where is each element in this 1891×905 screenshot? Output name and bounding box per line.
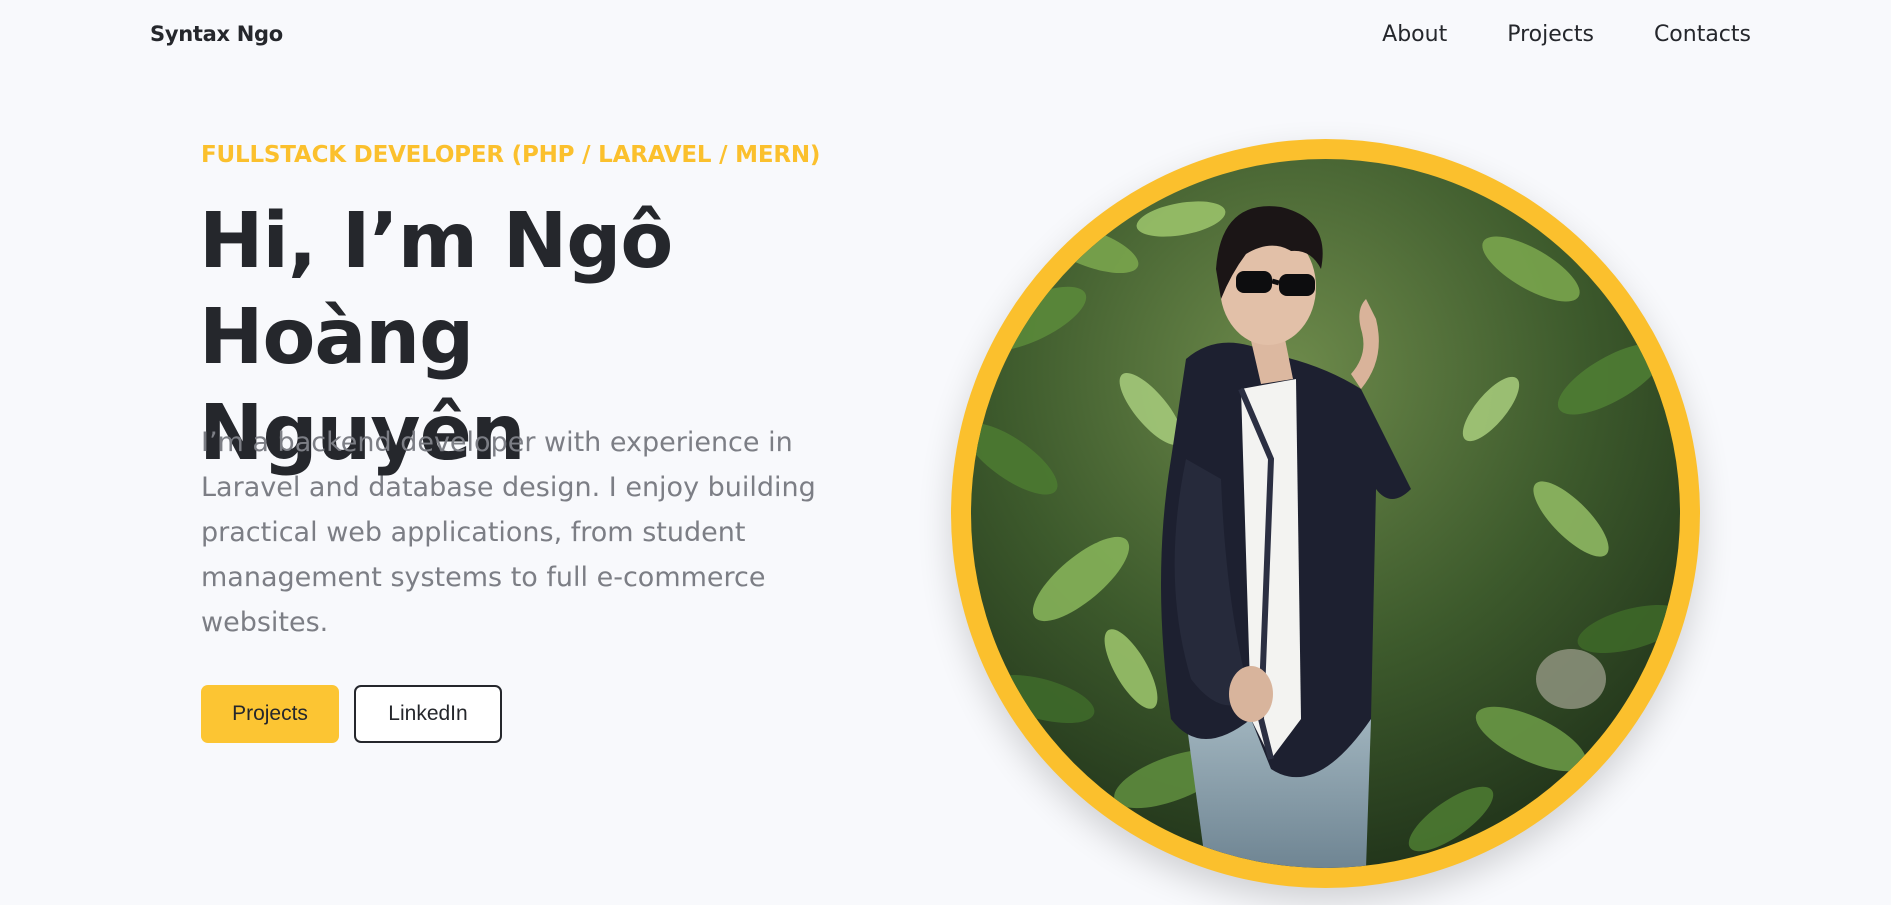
- nav-link-contacts[interactable]: Contacts: [1654, 22, 1751, 47]
- projects-button[interactable]: Projects: [201, 685, 339, 743]
- linkedin-button[interactable]: LinkedIn: [354, 685, 502, 743]
- headline-line-1: Hi, I’m Ngô: [199, 197, 673, 286]
- main-nav: About Projects Contacts: [1382, 22, 1751, 47]
- hero-bio: I’m a backend developer with experience …: [201, 427, 816, 638]
- profile-photo-frame: [951, 139, 1700, 888]
- role-subtitle: FULLSTACK DEVELOPER (PHP / LARAVEL / MER…: [201, 142, 821, 168]
- nav-link-about[interactable]: About: [1382, 22, 1447, 47]
- nav-link-projects[interactable]: Projects: [1507, 22, 1594, 47]
- site-logo[interactable]: Syntax Ngo: [150, 22, 283, 46]
- profile-photo: [971, 159, 1680, 868]
